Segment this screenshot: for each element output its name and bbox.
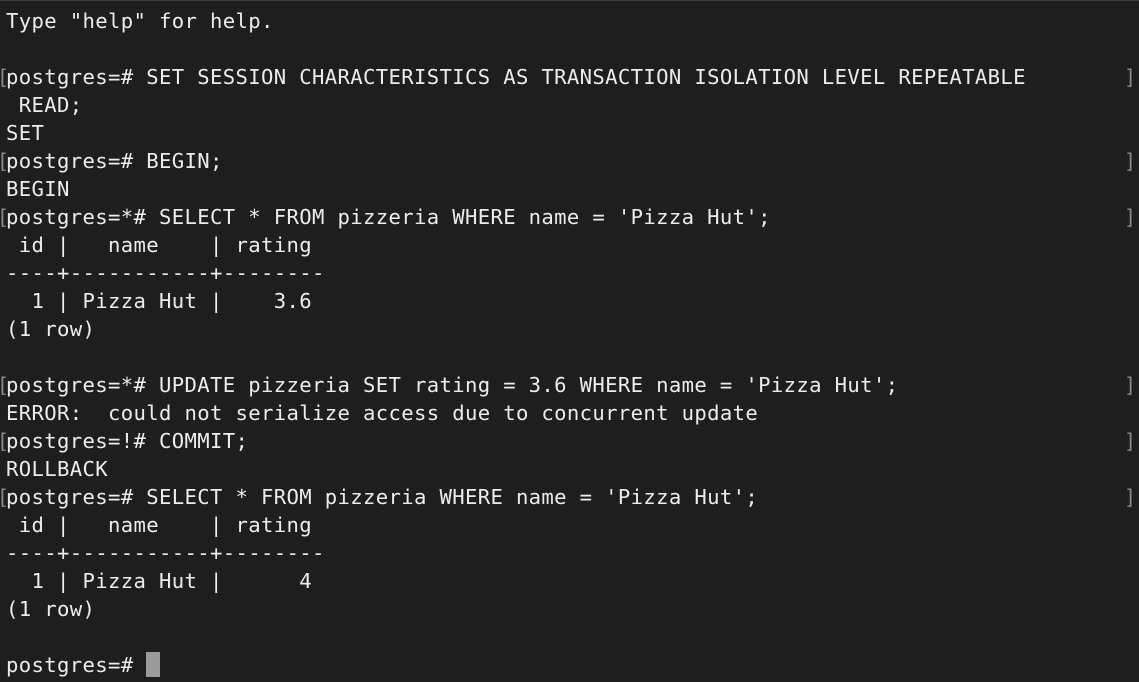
line-text: Type "help" for help. [6, 9, 274, 33]
line-text: READ; [6, 93, 83, 117]
terminal-line: 1 | Pizza Hut | 4 [0, 567, 1139, 595]
terminal-line: [postgres=# SET SESSION CHARACTERISTICS … [0, 63, 1139, 91]
terminal-line: READ; [0, 91, 1139, 119]
line-text: ERROR: could not serialize access due to… [6, 401, 759, 425]
line-text: ----+-----------+-------- [6, 541, 325, 565]
line-mark-right: ] [1124, 429, 1137, 453]
line-mark-left: [ [0, 63, 9, 91]
line-mark-left: [ [0, 147, 9, 175]
line-mark-right: ] [1124, 149, 1137, 173]
terminal-line: id | name | rating [0, 231, 1139, 259]
terminal-line: Type "help" for help. [0, 7, 1139, 35]
terminal-line: [postgres=# BEGIN;] [0, 147, 1139, 175]
line-text: BEGIN [6, 177, 70, 201]
line-text: id | name | rating [6, 233, 312, 257]
line-text: 1 | Pizza Hut | 3.6 [6, 289, 312, 313]
terminal-line: ERROR: could not serialize access due to… [0, 399, 1139, 427]
text-cursor [146, 652, 161, 677]
line-text: postgres=# SELECT * FROM pizzeria WHERE … [6, 485, 759, 509]
line-text: id | name | rating [6, 513, 312, 537]
terminal-line: [postgres=!# COMMIT;] [0, 427, 1139, 455]
line-text: (1 row) [6, 597, 96, 621]
line-mark-right: ] [1124, 373, 1137, 397]
line-mark-left: [ [0, 371, 9, 399]
terminal-line: 1 | Pizza Hut | 3.6 [0, 287, 1139, 315]
terminal-line: SET [0, 119, 1139, 147]
line-text: SET [6, 121, 45, 145]
line-text: ----+-----------+-------- [6, 261, 325, 285]
prompt-line[interactable]: postgres=# [0, 651, 1139, 679]
line-text: ROLLBACK [6, 457, 108, 481]
line-text: postgres=*# SELECT * FROM pizzeria WHERE… [6, 205, 771, 229]
terminal-window[interactable]: Type "help" for help. [postgres=# SET SE… [0, 0, 1139, 682]
line-mark-left: [ [0, 427, 9, 455]
terminal-line: ----+-----------+-------- [0, 539, 1139, 567]
line-text: 1 | Pizza Hut | 4 [6, 569, 312, 593]
prompt-text: postgres=# [6, 653, 147, 677]
line-text: postgres=*# UPDATE pizzeria SET rating =… [6, 373, 899, 397]
terminal-line: id | name | rating [0, 511, 1139, 539]
terminal-line: [postgres=# SELECT * FROM pizzeria WHERE… [0, 483, 1139, 511]
line-mark-left: [ [0, 203, 9, 231]
line-text: postgres=!# COMMIT; [6, 429, 249, 453]
terminal-line: (1 row) [0, 595, 1139, 623]
line-mark-right: ] [1124, 65, 1137, 89]
line-mark-right: ] [1124, 485, 1137, 509]
terminal-line: ROLLBACK [0, 455, 1139, 483]
line-text: postgres=# SET SESSION CHARACTERISTICS A… [6, 65, 1026, 89]
line-text: postgres=# BEGIN; [6, 149, 223, 173]
terminal-line: ----+-----------+-------- [0, 259, 1139, 287]
line-mark-right: ] [1124, 205, 1137, 229]
terminal-line: BEGIN [0, 175, 1139, 203]
line-mark-left: [ [0, 483, 9, 511]
terminal-line: [postgres=*# UPDATE pizzeria SET rating … [0, 371, 1139, 399]
terminal-line: (1 row) [0, 315, 1139, 343]
line-text: (1 row) [6, 317, 96, 341]
terminal-line: [postgres=*# SELECT * FROM pizzeria WHER… [0, 203, 1139, 231]
